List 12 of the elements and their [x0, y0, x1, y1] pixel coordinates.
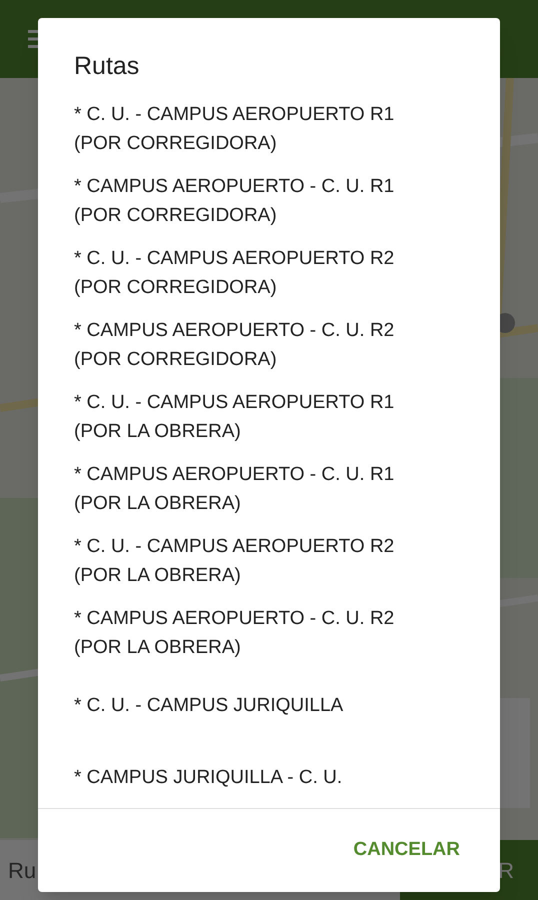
route-option[interactable]: * CAMPUS AEROPUERTO - C. U. R2 (POR LA OBRERA): [74, 604, 394, 662]
route-option[interactable]: * C. U. - CAMPUS AEROPUERTO R1 (POR CORREGIDORA): [74, 100, 394, 158]
route-option[interactable]: * CAMPUS JURIQUILLA - C. U.: [74, 762, 342, 792]
route-option[interactable]: * C. U. - CAMPUS AEROPUERTO R1 (POR LA OBRERA): [74, 388, 394, 446]
route-option[interactable]: * C. U. - CAMPUS JURIQUILLA: [74, 690, 344, 720]
route-option[interactable]: * CAMPUS AEROPUERTO - C. U. R2 (POR CORREGIDORA): [74, 316, 394, 374]
route-option[interactable]: * C. U. - CAMPUS AEROPUERTO R2 (POR CORREGIDORA): [74, 244, 394, 302]
cancel-button[interactable]: CANCELAR: [345, 828, 468, 873]
route-option[interactable]: * CAMPUS AEROPUERTO - C. U. R1 (POR CORREGIDORA): [74, 172, 394, 230]
dialog-title: Rutas: [74, 54, 140, 79]
route-option[interactable]: * CAMPUS AEROPUERTO - C. U. R1 (POR LA OBRERA): [74, 460, 394, 518]
route-option[interactable]: * C. U. - CAMPUS AEROPUERTO R2 (POR LA OBRERA): [74, 532, 394, 590]
